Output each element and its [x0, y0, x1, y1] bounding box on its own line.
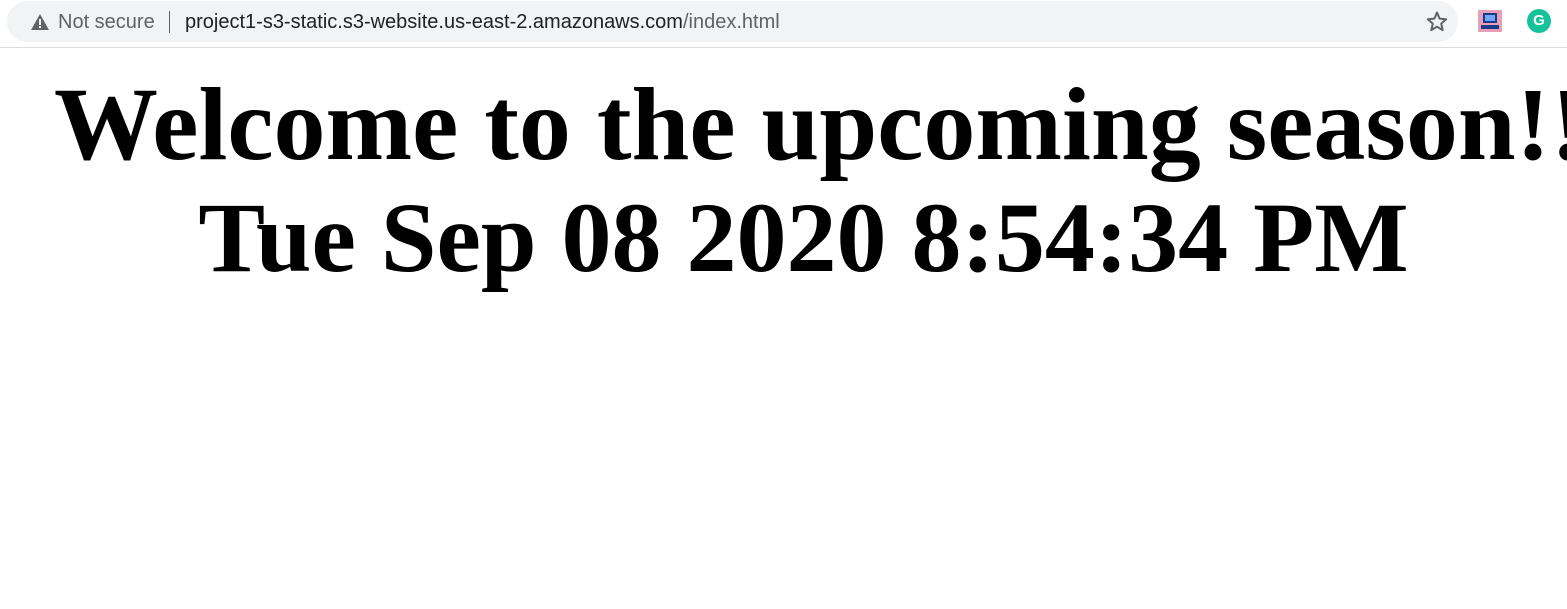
warning-icon[interactable] — [30, 13, 50, 31]
security-status-label[interactable]: Not secure — [58, 10, 155, 34]
url-host: project1-s3-static.s3-website.us-east-2.… — [185, 11, 683, 33]
page-content: Welcome to the upcoming season!! Tue Sep… — [0, 49, 1567, 609]
welcome-heading: Welcome to the upcoming season!! — [54, 67, 1567, 182]
grammarly-icon[interactable]: G — [1527, 9, 1551, 33]
datetime-heading: Tue Sep 08 2020 8:54:34 PM — [198, 182, 1409, 293]
url-path: /index.html — [682, 11, 780, 33]
url-text[interactable]: project1-s3-static.s3-website.us-east-2.… — [185, 10, 780, 34]
bookmark-star-icon[interactable] — [1425, 10, 1449, 34]
extension-icon[interactable] — [1478, 10, 1502, 32]
address-divider — [169, 11, 170, 33]
grammarly-letter: G — [1533, 12, 1545, 29]
address-bar[interactable]: Not secure project1-s3-static.s3-website… — [7, 1, 1458, 42]
browser-toolbar: Not secure project1-s3-static.s3-website… — [0, 0, 1567, 48]
